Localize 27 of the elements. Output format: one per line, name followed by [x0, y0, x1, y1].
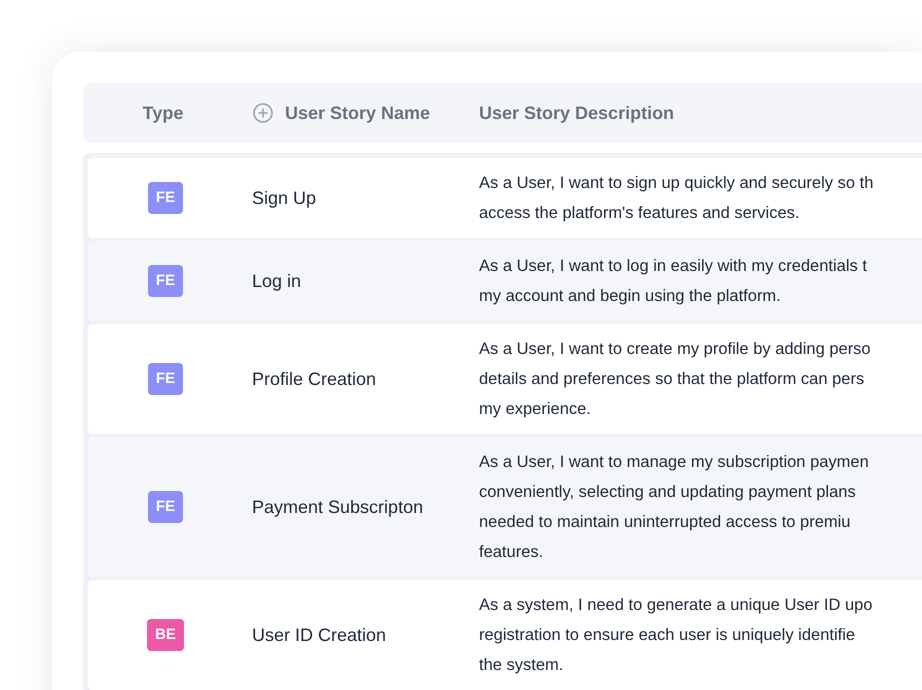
story-description-line: As a system, I need to generate a unique User ID upo [479, 595, 874, 616]
story-description-line: As a User, I want to sign up quickly and securely so th [479, 173, 874, 194]
story-description-line: As a User, I want to create my profile by adding perso [479, 339, 872, 360]
story-description-line: access the platform's features and services. [479, 203, 800, 224]
story-description-line: details and preferences so that the platform can pers [479, 369, 866, 390]
story-name: Profile Creation [252, 368, 376, 388]
story-name: Sign Up [252, 188, 316, 208]
story-description-line: registration to ensure each user is uniquely identifie [479, 625, 856, 646]
story-description-line: my account and begin using the platform. [479, 286, 782, 307]
story-description-line: needed to maintain uninterrupted access to premiu [479, 512, 852, 533]
story-name: Log in [252, 270, 302, 290]
story-description-line: As a User, I want to log in easily with my credentials t [479, 256, 868, 277]
story-description-line: As a User, I want to manage my subscription paymen [479, 452, 870, 473]
column-header: Type [142, 102, 184, 125]
type-badge: FE [148, 362, 184, 396]
story-description-line: my experience. [479, 399, 592, 420]
type-badge: BE [147, 618, 184, 652]
story-description-line: features. [479, 542, 544, 563]
story-name: User ID Creation [252, 624, 386, 644]
story-description-line: conveniently, selecting and updating payment plans [479, 482, 857, 503]
column-header: User Story Description [479, 102, 674, 125]
story-name: Payment Subscripton [252, 496, 424, 516]
column-header: User Story Name [285, 102, 430, 125]
type-badge: FE [148, 490, 184, 524]
story-description-line: the system. [479, 655, 564, 676]
type-badge: FE [148, 182, 184, 214]
type-badge: FE [148, 264, 184, 298]
